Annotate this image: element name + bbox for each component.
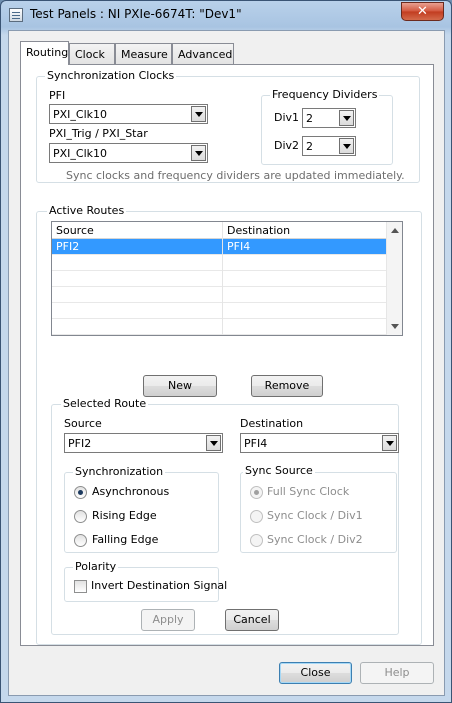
close-icon: ✕ bbox=[417, 4, 428, 19]
remove-route-button[interactable]: Remove bbox=[251, 375, 323, 397]
div1-select[interactable]: 2 bbox=[302, 108, 356, 128]
sync-clock-div2-radio[interactable] bbox=[250, 534, 263, 547]
table-row[interactable]: PFI2 PFI4 bbox=[52, 239, 388, 255]
table-row-empty bbox=[52, 255, 388, 271]
active-routes-group: Active Routes Source Destination PFI2 PF… bbox=[36, 204, 422, 671]
pfi-label: PFI bbox=[49, 89, 66, 102]
help-button-label: Help bbox=[384, 666, 410, 679]
cancel-button[interactable]: Cancel bbox=[225, 609, 279, 631]
route-source-cell: PFI2 bbox=[56, 240, 80, 253]
div1-value: 2 bbox=[306, 112, 313, 125]
chevron-down-icon[interactable] bbox=[339, 110, 354, 126]
column-header-source-label: Source bbox=[56, 224, 94, 237]
table-row-empty bbox=[52, 271, 388, 287]
destination-select[interactable]: PFI4 bbox=[240, 433, 399, 453]
sync-clock-div2-label[interactable]: Sync Clock / Div2 bbox=[267, 533, 363, 546]
tab-routing[interactable]: Routing bbox=[20, 41, 69, 65]
polarity-group: Polarity Invert Destination Signal bbox=[64, 560, 227, 602]
synchronization-title: Synchronization bbox=[73, 465, 166, 478]
invert-destination-checkbox[interactable] bbox=[74, 580, 87, 593]
sync-clocks-note: Sync clocks and frequency dividers are u… bbox=[66, 169, 405, 182]
div2-label: Div2 bbox=[274, 139, 300, 152]
dialog-client-area: Routing Clock Measure Advanced Synchroni… bbox=[8, 30, 445, 696]
selected-route-title: Selected Route bbox=[61, 397, 149, 410]
column-header-destination-label: Destination bbox=[227, 224, 291, 237]
close-button-label: Close bbox=[300, 666, 331, 679]
tab-clock[interactable]: Clock bbox=[69, 43, 115, 64]
pfi-select[interactable]: PXI_Clk10 bbox=[49, 104, 208, 124]
apply-button[interactable]: Apply bbox=[141, 609, 195, 631]
route-destination-cell: PFI4 bbox=[227, 240, 251, 253]
synchronization-group: Synchronization Asynchronous Rising Edge… bbox=[64, 465, 219, 553]
full-sync-clock-radio[interactable] bbox=[250, 486, 263, 499]
tab-advanced[interactable]: Advanced bbox=[172, 43, 234, 64]
sync-clocks-group: Synchronization Clocks PFI PXI_Clk10 PXI… bbox=[36, 69, 420, 183]
tab-measure[interactable]: Measure bbox=[115, 43, 172, 64]
chevron-down-icon[interactable] bbox=[382, 435, 397, 451]
column-divider bbox=[222, 222, 223, 335]
new-route-button[interactable]: New bbox=[143, 375, 217, 397]
frequency-dividers-group: Frequency Dividers Div1 2 Div2 2 bbox=[261, 88, 393, 165]
source-value: PFI2 bbox=[68, 437, 92, 450]
scroll-up-icon[interactable] bbox=[391, 228, 399, 233]
app-icon bbox=[9, 8, 23, 22]
scroll-down-icon[interactable] bbox=[391, 324, 399, 329]
sync-clock-div1-radio[interactable] bbox=[250, 510, 263, 523]
div2-value: 2 bbox=[306, 140, 313, 153]
falling-edge-label[interactable]: Falling Edge bbox=[92, 533, 158, 546]
window-close-button[interactable]: ✕ bbox=[401, 2, 444, 21]
window-title: Test Panels : NI PXIe-6674T: "Dev1" bbox=[30, 7, 242, 21]
rising-edge-label[interactable]: Rising Edge bbox=[92, 509, 157, 522]
help-button[interactable]: Help bbox=[360, 662, 434, 684]
tab-clock-label: Clock bbox=[75, 48, 105, 61]
active-routes-list[interactable]: Source Destination PFI2 PFI4 bbox=[51, 221, 403, 336]
sync-source-title: Sync Source bbox=[243, 464, 315, 477]
chevron-down-icon[interactable] bbox=[191, 145, 206, 161]
active-routes-title: Active Routes bbox=[47, 204, 127, 217]
pxi-trig-label: PXI_Trig / PXI_Star bbox=[49, 127, 148, 140]
test-panels-window: Test Panels : NI PXIe-6674T: "Dev1" ✕ Ro… bbox=[0, 0, 452, 703]
table-row-empty bbox=[52, 303, 388, 319]
full-sync-clock-label[interactable]: Full Sync Clock bbox=[267, 485, 349, 498]
tab-advanced-label: Advanced bbox=[178, 48, 233, 61]
chevron-down-icon[interactable] bbox=[191, 106, 206, 122]
column-header-source[interactable]: Source bbox=[52, 222, 223, 239]
routing-tab-panel: Synchronization Clocks PFI PXI_Clk10 PXI… bbox=[20, 64, 434, 646]
invert-destination-label[interactable]: Invert Destination Signal bbox=[91, 579, 227, 592]
div2-select[interactable]: 2 bbox=[302, 136, 356, 156]
column-header-destination[interactable]: Destination bbox=[223, 222, 388, 239]
tab-measure-label: Measure bbox=[121, 48, 168, 61]
sync-source-group: Sync Source Full Sync Clock Sync Clock /… bbox=[240, 464, 397, 553]
rising-edge-radio[interactable] bbox=[74, 510, 87, 523]
sync-clocks-title: Synchronization Clocks bbox=[45, 69, 177, 82]
chevron-down-icon[interactable] bbox=[206, 435, 221, 451]
destination-label: Destination bbox=[240, 417, 304, 430]
asynchronous-radio[interactable] bbox=[74, 486, 87, 499]
apply-button-label: Apply bbox=[152, 613, 184, 626]
tab-routing-label: Routing bbox=[26, 46, 69, 59]
cancel-button-label: Cancel bbox=[233, 613, 271, 626]
pxi-trig-value: PXI_Clk10 bbox=[53, 147, 108, 160]
div1-label: Div1 bbox=[274, 111, 300, 124]
table-row-empty bbox=[52, 319, 388, 335]
pxi-trig-select[interactable]: PXI_Clk10 bbox=[49, 143, 208, 163]
asynchronous-label[interactable]: Asynchronous bbox=[92, 485, 169, 498]
destination-value: PFI4 bbox=[244, 437, 268, 450]
list-scrollbar[interactable] bbox=[386, 222, 402, 335]
source-select[interactable]: PFI2 bbox=[64, 433, 223, 453]
source-label: Source bbox=[64, 417, 102, 430]
frequency-dividers-title: Frequency Dividers bbox=[270, 88, 380, 101]
remove-route-button-label: Remove bbox=[264, 379, 310, 392]
pfi-value: PXI_Clk10 bbox=[53, 108, 108, 121]
sync-clock-div1-label[interactable]: Sync Clock / Div1 bbox=[267, 509, 363, 522]
selected-route-group: Selected Route Source PFI2 Destination P… bbox=[51, 397, 399, 635]
close-button[interactable]: Close bbox=[279, 662, 352, 684]
table-row-empty bbox=[52, 287, 388, 303]
new-route-button-label: New bbox=[168, 379, 192, 392]
polarity-title: Polarity bbox=[73, 560, 119, 573]
title-bar[interactable]: Test Panels : NI PXIe-6674T: "Dev1" ✕ bbox=[1, 1, 451, 29]
falling-edge-radio[interactable] bbox=[74, 534, 87, 547]
chevron-down-icon[interactable] bbox=[339, 138, 354, 154]
